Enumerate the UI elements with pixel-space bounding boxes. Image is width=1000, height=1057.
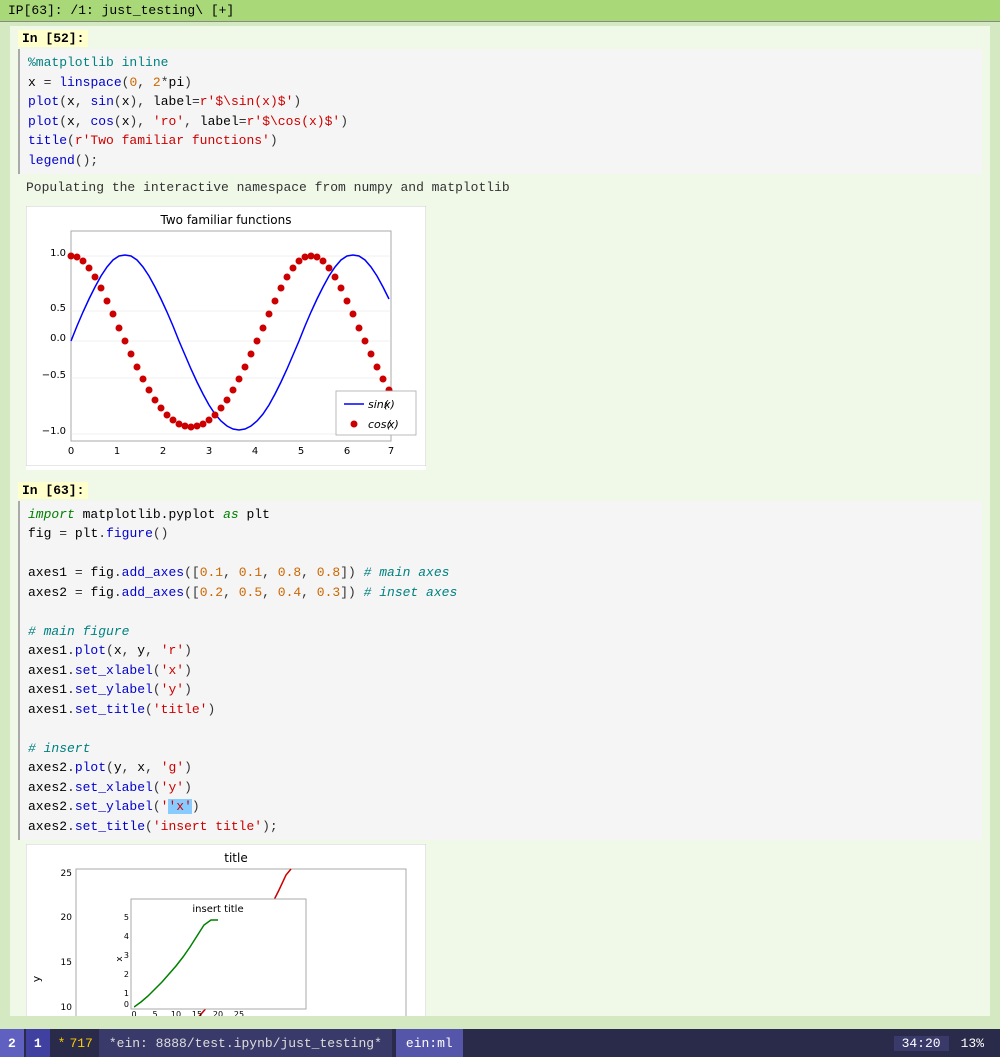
legend-cos-dot bbox=[351, 420, 358, 427]
inset-x-15: 15 bbox=[192, 1010, 202, 1016]
y-label-2: 0.5 bbox=[50, 303, 66, 314]
y-label-3: 0.0 bbox=[50, 333, 66, 344]
y-tick-15: 15 bbox=[61, 958, 72, 968]
cell-63: In [63]: import matplotlib.pyplot as plt… bbox=[10, 478, 990, 1017]
x-label-3: 3 bbox=[206, 446, 212, 457]
y-label-1: 1.0 bbox=[50, 248, 66, 259]
inset-x-20: 20 bbox=[213, 1010, 223, 1016]
cell-52-label[interactable]: In [52]: bbox=[18, 30, 88, 47]
plot2-title: title bbox=[224, 851, 247, 865]
x-label-6: 6 bbox=[344, 446, 350, 457]
inset-y-2: 2 bbox=[124, 970, 129, 979]
x-label-1: 1 bbox=[114, 446, 120, 457]
status-bar: 2 1 * 717 *ein: 8888/test.ipynb/just_tes… bbox=[0, 1029, 1000, 1057]
inset-x-0: 0 bbox=[131, 1010, 136, 1016]
inset-title: insert title bbox=[192, 904, 243, 915]
inset-y-3: 3 bbox=[124, 951, 129, 960]
inset-y-5: 5 bbox=[124, 913, 129, 922]
plot-1: Two familiar functions 1.0 0.5 0.0 −0.5 … bbox=[26, 206, 426, 470]
plot1-title: Two familiar functions bbox=[160, 213, 292, 227]
cell-52-output: Populating the interactive namespace fro… bbox=[18, 174, 982, 202]
plot-2-svg: title y x 25 20 15 10 5 0 0 1 2 3 4 bbox=[26, 844, 426, 1016]
title-bar: IP[63]: /1: just_testing\ [+] bbox=[0, 0, 1000, 22]
status-right: 34:20 13% bbox=[894, 1036, 1000, 1051]
inset-x-10: 10 bbox=[171, 1010, 181, 1016]
status-percent: 13% bbox=[953, 1036, 992, 1051]
y-tick-20: 20 bbox=[61, 913, 73, 923]
inset-y-4: 4 bbox=[124, 932, 129, 941]
title-text: IP[63]: /1: just_testing\ [+] bbox=[8, 3, 234, 18]
y-tick-25: 25 bbox=[61, 869, 72, 879]
cell-63-code[interactable]: import matplotlib.pyplot as plt fig = pl… bbox=[18, 501, 982, 841]
cell-63-label[interactable]: In [63]: bbox=[18, 482, 88, 499]
y-label-4: −0.5 bbox=[42, 370, 66, 381]
inset-y-1: 1 bbox=[124, 989, 129, 998]
status-mode: ein:ml bbox=[396, 1029, 463, 1057]
status-filename: *ein: 8888/test.ipynb/just_testing* bbox=[99, 1029, 392, 1057]
y-label-5: −1.0 bbox=[42, 426, 66, 437]
plot-1-svg: Two familiar functions 1.0 0.5 0.0 −0.5 … bbox=[26, 206, 426, 466]
notebook: In [52]: %matplotlib inline x = linspace… bbox=[10, 26, 990, 1016]
cell-52: In [52]: %matplotlib inline x = linspace… bbox=[10, 26, 990, 478]
x-label-2: 2 bbox=[160, 446, 166, 457]
plot2-ylabel: y bbox=[30, 975, 43, 982]
cell-52-code[interactable]: %matplotlib inline x = linspace(0, 2*pi)… bbox=[18, 49, 982, 174]
status-modified-marker: * 717 bbox=[52, 1036, 99, 1051]
inset-y-0: 0 bbox=[124, 1000, 129, 1009]
status-cell-2: 2 bbox=[0, 1029, 24, 1057]
x-label-7: 7 bbox=[388, 446, 394, 457]
legend-cos-x: x) bbox=[387, 418, 399, 431]
status-cell-1: 1 bbox=[26, 1029, 50, 1057]
x-label-4: 4 bbox=[252, 446, 258, 457]
inset-x-25: 25 bbox=[234, 1010, 244, 1016]
y-tick-10: 10 bbox=[61, 1003, 73, 1013]
x-label-5: 5 bbox=[298, 446, 304, 457]
x-label-0: 0 bbox=[68, 446, 74, 457]
plot-2: title y x 25 20 15 10 5 0 0 1 2 3 4 bbox=[26, 844, 426, 1016]
legend-sin-x: x) bbox=[383, 398, 395, 411]
inset-x-5: 5 bbox=[152, 1010, 157, 1016]
status-position: 34:20 bbox=[894, 1036, 949, 1051]
